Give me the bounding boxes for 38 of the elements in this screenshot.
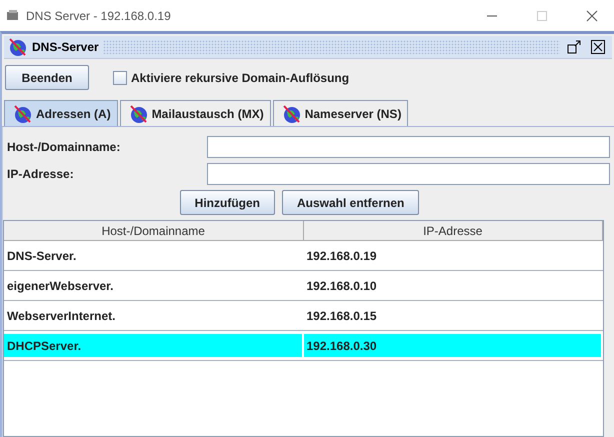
close-button[interactable] [588, 40, 608, 54]
table-cell: DHCPServer. [4, 334, 302, 357]
checkbox[interactable] [113, 70, 127, 84]
table-row[interactable]: WebserverInternet. 192.168.0.15 [4, 301, 603, 331]
table-cell-text: DNS-Server. [6, 248, 78, 264]
table-row[interactable]: eigenerWebserver. 192.168.0.10 [4, 271, 603, 301]
globe-icon [13, 104, 33, 124]
field-label: Host-/Domainname: [7, 140, 122, 154]
table-cell-text: 192.168.0.10 [306, 278, 378, 294]
table-row[interactable]: DNS-Server. 192.168.0.19 [4, 241, 603, 271]
globe-icon [282, 104, 302, 124]
tab[interactable]: Nameserver (NS) [272, 100, 408, 126]
column-header[interactable]: Host-/Domainname [4, 221, 304, 240]
restore-icon [567, 40, 581, 54]
window-title: DNS Server - 192.168.0.19 [26, 8, 171, 22]
action-button[interactable]: Hinzufügen [180, 190, 275, 215]
field-label: IP-Adresse: [7, 166, 75, 180]
table-cell-text: 192.168.0.15 [306, 308, 378, 324]
input-field[interactable] [207, 162, 610, 184]
close-icon [591, 40, 605, 54]
close-icon [586, 10, 598, 22]
tab[interactable]: Adressen (A) [4, 100, 118, 126]
column-header[interactable]: IP-Adresse [304, 221, 603, 240]
globe-icon [8, 37, 28, 57]
tab[interactable]: Mailaustausch (MX) [120, 100, 271, 126]
table-cell: 192.168.0.30 [304, 334, 601, 357]
table-cell-text: WebserverInternet. [6, 308, 116, 324]
frame-title: DNS-Server [32, 40, 99, 54]
checkbox-label: Aktiviere rekursive Domain-Auflösung [131, 70, 350, 84]
app-icon [6, 8, 20, 22]
globe-icon [128, 104, 149, 124]
input-field[interactable] [207, 136, 610, 158]
action-button[interactable]: Auswahl entfernen [282, 190, 420, 215]
maximize-icon [536, 10, 548, 22]
table-cell-text: 192.168.0.19 [306, 248, 378, 264]
table-row[interactable]: DHCPServer. 192.168.0.30 [4, 331, 603, 361]
table-cell-text: eigenerWebserver. [6, 278, 115, 294]
quit-button[interactable]: Beenden [5, 65, 89, 90]
